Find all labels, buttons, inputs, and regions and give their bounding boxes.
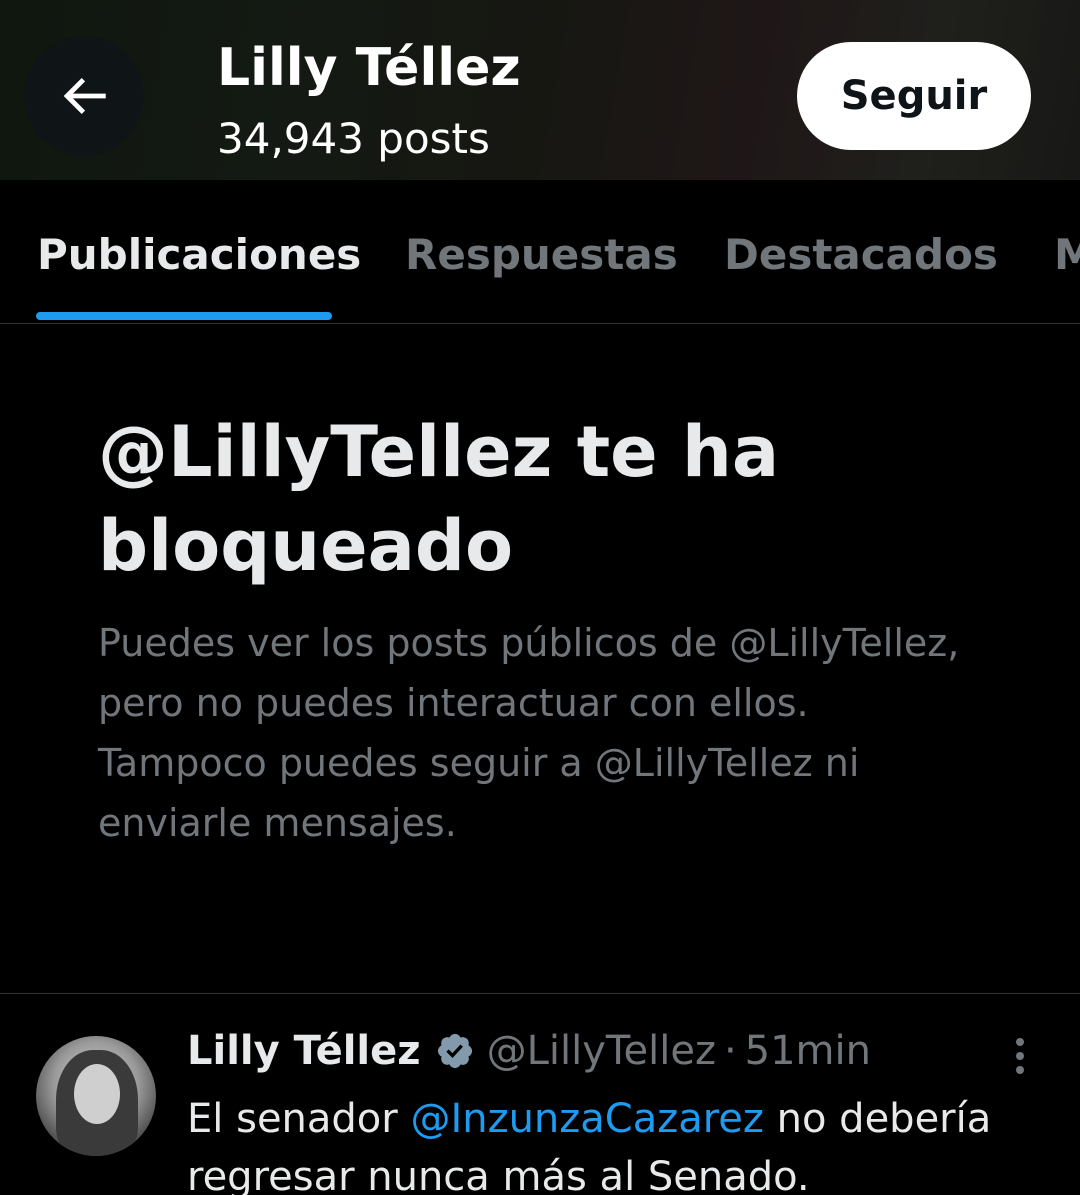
tab-destacados[interactable]: Destacados xyxy=(724,230,998,279)
follow-button[interactable]: Seguir xyxy=(797,42,1031,150)
avatar[interactable] xyxy=(36,1036,156,1156)
post-header: Lilly Téllez @LillyTellez · 51min xyxy=(187,1028,871,1074)
tab-publicaciones[interactable]: Publicaciones xyxy=(37,230,361,279)
profile-page: Lilly Téllez 34,943 posts Seguir Publica… xyxy=(0,0,1080,1195)
post-timestamp[interactable]: 51min xyxy=(745,1028,871,1074)
profile-tabs: Publicaciones Respuestas Destacados M xyxy=(0,180,1080,324)
verified-badge-icon xyxy=(437,1033,472,1069)
arrow-left-icon xyxy=(63,77,106,115)
post-text: El senador @InzunzaCazarez no debería re… xyxy=(187,1090,1047,1195)
mention-link[interactable]: @InzunzaCazarez xyxy=(410,1096,763,1142)
back-button[interactable] xyxy=(24,36,144,156)
active-tab-indicator xyxy=(36,312,332,320)
divider xyxy=(0,993,1080,994)
tab-respuestas[interactable]: Respuestas xyxy=(405,230,678,279)
profile-name: Lilly Téllez xyxy=(217,38,521,98)
tab-more-truncated[interactable]: M xyxy=(1054,230,1080,279)
post-count: 34,943 posts xyxy=(217,114,490,163)
blocked-title: @LillyTellez te ha bloqueado xyxy=(98,411,780,587)
blocked-description: Puedes ver los posts públicos de @LillyT… xyxy=(98,621,960,845)
more-options-button[interactable] xyxy=(1004,1038,1036,1082)
post-text-start: El senador xyxy=(187,1096,411,1142)
profile-header: Lilly Téllez 34,943 posts Seguir xyxy=(0,0,1080,180)
post-author-name[interactable]: Lilly Téllez xyxy=(187,1028,421,1074)
post-separator: · xyxy=(723,1028,737,1074)
more-vertical-icon xyxy=(1016,1038,1024,1046)
post-handle[interactable]: @LillyTellez xyxy=(487,1028,716,1074)
